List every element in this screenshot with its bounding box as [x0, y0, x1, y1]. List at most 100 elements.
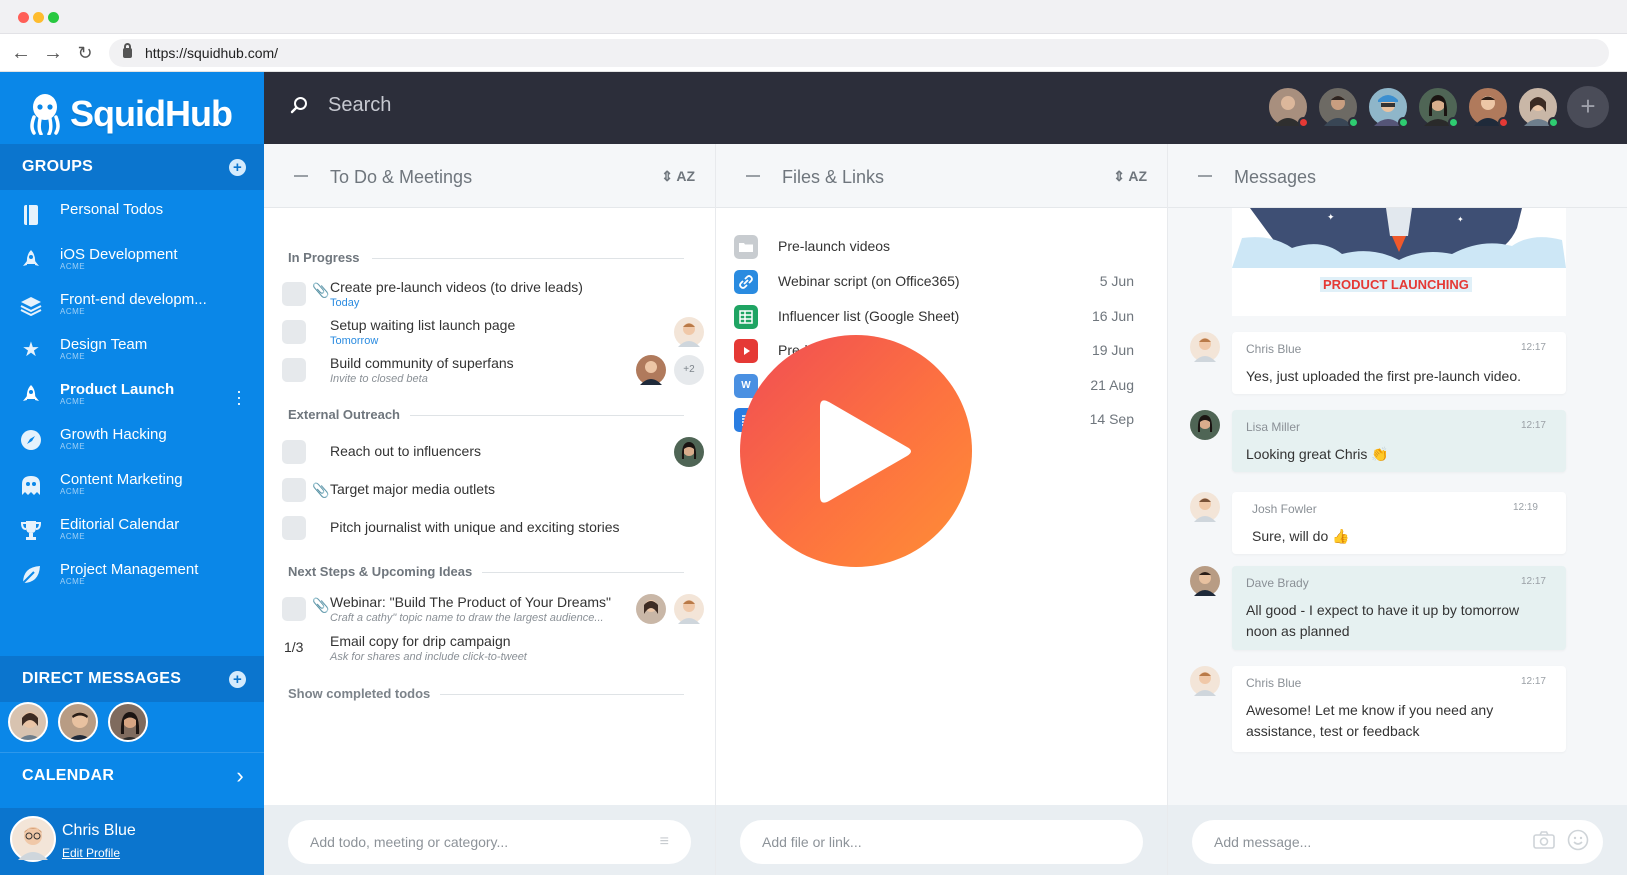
- address-bar[interactable]: https://squidhub.com/: [109, 39, 1609, 67]
- message-card[interactable]: Dave Brady 12:17 All good - I expect to …: [1232, 566, 1566, 650]
- sidebar-item-product-launch[interactable]: Product Launch ACME · · ·: [0, 376, 264, 421]
- sidebar-item-front-end-development[interactable]: Front-end developm... ACME: [0, 286, 264, 331]
- avatar[interactable]: [1190, 566, 1220, 596]
- file-item[interactable]: Webinar script (on Office365) 5 Jun: [734, 267, 1134, 301]
- avatar[interactable]: [108, 702, 148, 742]
- message-text: Looking great Chris 👏: [1246, 446, 1389, 462]
- todo-checkbox[interactable]: [282, 440, 306, 464]
- sidebar-item-growth-hacking[interactable]: Growth Hacking ACME: [0, 421, 264, 466]
- todo-item[interactable]: 📎 Webinar: "Build The Product of Your Dr…: [282, 591, 704, 627]
- todo-checkbox[interactable]: [282, 358, 306, 382]
- calendar-label: CALENDAR: [22, 767, 115, 784]
- sidebar-item-editorial-calendar[interactable]: Editorial Calendar ACME: [0, 511, 264, 556]
- message-card[interactable]: Chris Blue 12:17 Awesome! Let me know if…: [1232, 666, 1566, 752]
- file-item[interactable]: Pre-launch videos: [734, 232, 1134, 266]
- message-author: Lisa Miller: [1246, 420, 1301, 434]
- todo-item[interactable]: 📎 Create pre-launch videos (to drive lea…: [282, 276, 702, 312]
- rocket-icon: [20, 249, 42, 271]
- avatar[interactable]: [636, 355, 666, 385]
- avatar[interactable]: [1190, 410, 1220, 440]
- avatar[interactable]: [1190, 666, 1220, 696]
- todo-checkbox[interactable]: [282, 516, 306, 540]
- calendar-header[interactable]: CALENDAR ›: [0, 752, 264, 798]
- avatar[interactable]: [636, 594, 666, 624]
- book-icon: [20, 204, 42, 226]
- paperclip-icon: 📎: [312, 482, 330, 498]
- sort-label: AZ: [1128, 168, 1147, 184]
- avatar[interactable]: [10, 816, 56, 862]
- avatar[interactable]: [674, 594, 704, 624]
- group-name: Personal Todos: [60, 201, 164, 218]
- add-member-button[interactable]: +: [1567, 86, 1609, 128]
- reload-icon[interactable]: ↻: [74, 42, 96, 64]
- message-card[interactable]: Lisa Miller 12:17 Looking great Chris 👏: [1232, 410, 1566, 472]
- todo-checkbox[interactable]: [282, 320, 306, 344]
- avatar[interactable]: [1367, 86, 1409, 128]
- product-launch-image[interactable]: ✦ ✦ PRODUCT LAUNCHING: [1232, 208, 1566, 316]
- message-time: 12:17: [1520, 342, 1546, 353]
- message-card[interactable]: Josh Fowler 12:19 Sure, will do 👍: [1232, 492, 1566, 554]
- todo-title: Target major media outlets: [330, 481, 495, 497]
- avatar[interactable]: [1267, 86, 1309, 128]
- sidebar-item-ios-development[interactable]: iOS Development ACME: [0, 241, 264, 286]
- todo-item[interactable]: 📎 Target major media outlets: [282, 472, 702, 508]
- avatar[interactable]: [674, 437, 704, 467]
- svg-text:✦: ✦: [1457, 215, 1464, 224]
- todo-item[interactable]: Setup waiting list launch page Tomorrow: [282, 314, 704, 350]
- groups-header: GROUPS +: [0, 144, 264, 190]
- avatar[interactable]: [1190, 492, 1220, 522]
- avatar[interactable]: [1517, 86, 1559, 128]
- avatar[interactable]: [674, 317, 704, 347]
- avatar[interactable]: [8, 702, 48, 742]
- add-direct-message-button[interactable]: +: [229, 671, 246, 688]
- close-window-icon[interactable]: [18, 12, 29, 23]
- avatar[interactable]: [1190, 332, 1220, 362]
- minimize-window-icon[interactable]: [33, 12, 44, 23]
- more-options-icon[interactable]: · · ·: [236, 382, 242, 412]
- edit-profile-link[interactable]: Edit Profile: [62, 846, 120, 860]
- message-card[interactable]: Chris Blue 12:17 Yes, just uploaded the …: [1232, 332, 1566, 394]
- more-assignees-badge[interactable]: +2: [674, 355, 704, 385]
- todo-item[interactable]: Build community of superfans Invite to c…: [282, 352, 704, 388]
- search-input[interactable]: [328, 94, 728, 117]
- sidebar-item-design-team[interactable]: ★ Design Team ACME: [0, 331, 264, 376]
- show-completed-link[interactable]: Show completed todos: [288, 686, 430, 701]
- avatar[interactable]: [1467, 86, 1509, 128]
- avatar[interactable]: [1317, 86, 1359, 128]
- add-todo-input[interactable]: [288, 820, 691, 864]
- todo-item[interactable]: Reach out to influencers: [282, 434, 704, 470]
- add-file-input[interactable]: [740, 820, 1143, 864]
- category-in-progress: In Progress: [288, 250, 360, 265]
- maximize-window-icon[interactable]: [48, 12, 59, 23]
- direct-messages-header: DIRECT MESSAGES +: [0, 656, 264, 702]
- avatar[interactable]: [1417, 86, 1459, 128]
- file-item[interactable]: Influencer list (Google Sheet) 16 Jun: [734, 302, 1134, 336]
- todo-item[interactable]: Pitch journalist with unique and excitin…: [282, 510, 702, 546]
- logo[interactable]: SquidHub: [28, 86, 233, 142]
- todo-checkbox[interactable]: [282, 282, 306, 306]
- video-play-button[interactable]: [740, 335, 972, 567]
- sort-az-button[interactable]: ⇕ AZ: [1113, 168, 1147, 185]
- todo-checkbox[interactable]: [282, 597, 306, 621]
- group-name: Growth Hacking: [60, 426, 167, 443]
- file-date: 14 Sep: [1089, 411, 1134, 427]
- todo-checkbox[interactable]: [282, 478, 306, 502]
- collapse-column-icon[interactable]: [746, 175, 760, 177]
- collapse-column-icon[interactable]: [1198, 175, 1212, 177]
- sidebar-item-project-management[interactable]: Project Management ACME: [0, 556, 264, 601]
- add-group-button[interactable]: +: [229, 159, 246, 176]
- group-org: ACME: [60, 307, 86, 316]
- emoji-icon[interactable]: [1567, 829, 1589, 851]
- todo-item[interactable]: 1/3 Email copy for drip campaign Ask for…: [282, 630, 702, 666]
- progress-count: 1/3: [284, 639, 304, 655]
- back-arrow-icon[interactable]: ←: [10, 42, 32, 64]
- sidebar-item-content-marketing[interactable]: Content Marketing ACME: [0, 466, 264, 511]
- sort-az-button[interactable]: ⇕ AZ: [661, 168, 695, 185]
- collapse-column-icon[interactable]: [294, 175, 308, 177]
- camera-icon[interactable]: [1533, 831, 1555, 849]
- list-icon[interactable]: ≡: [660, 833, 669, 851]
- lock-icon: [123, 43, 132, 58]
- forward-arrow-icon[interactable]: →: [42, 42, 64, 64]
- avatar[interactable]: [58, 702, 98, 742]
- sidebar-item-personal-todos[interactable]: Personal Todos: [0, 196, 264, 241]
